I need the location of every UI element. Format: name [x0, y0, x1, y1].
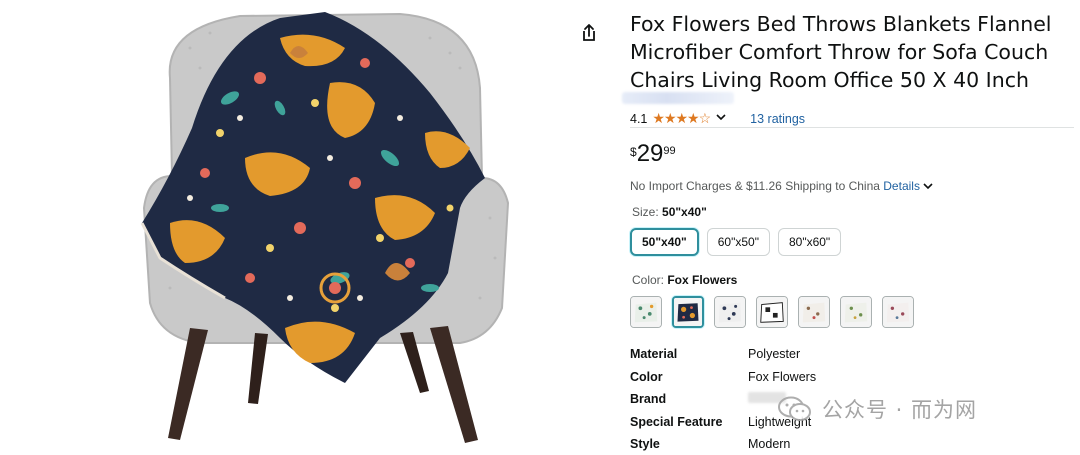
- price-whole: 29: [636, 140, 664, 167]
- spec-key: Material: [630, 347, 678, 362]
- color-swatch-fox-flowers[interactable]: [672, 296, 704, 328]
- chevron-down-icon[interactable]: [716, 113, 726, 124]
- chevron-down-icon[interactable]: [923, 182, 933, 193]
- size-option-60x50[interactable]: 60"x50": [706, 228, 770, 256]
- rating-row: 4.1 ★★★★☆ 13 ratings: [630, 110, 1074, 128]
- watermark: 公众号 · 而为网: [778, 394, 977, 424]
- rating-value: 4.1: [630, 111, 648, 126]
- color-swatch[interactable]: [840, 296, 872, 328]
- size-option-80x60[interactable]: 80"x60": [777, 228, 842, 256]
- color-swatch[interactable]: [882, 296, 914, 328]
- color-label: Color: Fox Flowers: [632, 273, 737, 287]
- spec-row-color: Color Fox Flowers: [630, 366, 816, 389]
- spec-value: Modern: [748, 437, 791, 452]
- color-swatches: [630, 296, 914, 328]
- shipping-details-link[interactable]: Details: [883, 179, 920, 193]
- spec-key: Style: [630, 437, 660, 452]
- shipping-info: No Import Charges & $11.26 Shipping to C…: [630, 179, 933, 193]
- star-rating-icon[interactable]: ★★★★☆: [652, 110, 711, 127]
- size-selected-value: 50"x40": [662, 205, 707, 219]
- color-selected-value: Fox Flowers: [667, 273, 738, 287]
- color-swatch[interactable]: [714, 296, 746, 328]
- wechat-icon: [778, 396, 812, 422]
- shipping-text: No Import Charges & $11.26 Shipping to C…: [630, 179, 884, 193]
- price-symbol: $: [630, 145, 637, 159]
- size-option-50x40[interactable]: 50"x40": [630, 228, 699, 256]
- spec-row-material: Material Polyester: [630, 343, 816, 366]
- size-label-text: Size:: [632, 205, 663, 219]
- store-link-blurred[interactable]: [622, 92, 734, 104]
- product-image[interactable]: [130, 8, 525, 448]
- spec-value: Polyester: [748, 347, 801, 362]
- product-title: Fox Flowers Bed Throws Blankets Flannel …: [630, 12, 1052, 92]
- price: $ 29 99: [630, 140, 676, 168]
- spec-key: Color: [630, 369, 663, 384]
- spec-value: Fox Flowers: [748, 369, 817, 384]
- color-swatch[interactable]: [756, 296, 788, 328]
- price-fraction: 99: [663, 145, 676, 157]
- size-options: 50"x40" 60"x50" 80"x60": [630, 228, 842, 256]
- spec-key: Brand: [630, 392, 667, 407]
- watermark-text: 公众号 · 而为网: [822, 398, 978, 422]
- ratings-count-link[interactable]: 13 ratings: [750, 112, 805, 126]
- color-swatch[interactable]: [630, 296, 662, 328]
- spec-key: Special Feature: [630, 414, 723, 429]
- size-label: Size: 50"x40": [632, 205, 707, 219]
- color-swatch[interactable]: [798, 296, 830, 328]
- share-icon[interactable]: [578, 22, 600, 44]
- color-label-text: Color:: [632, 273, 668, 287]
- spec-row-style: Style Modern: [630, 433, 816, 455]
